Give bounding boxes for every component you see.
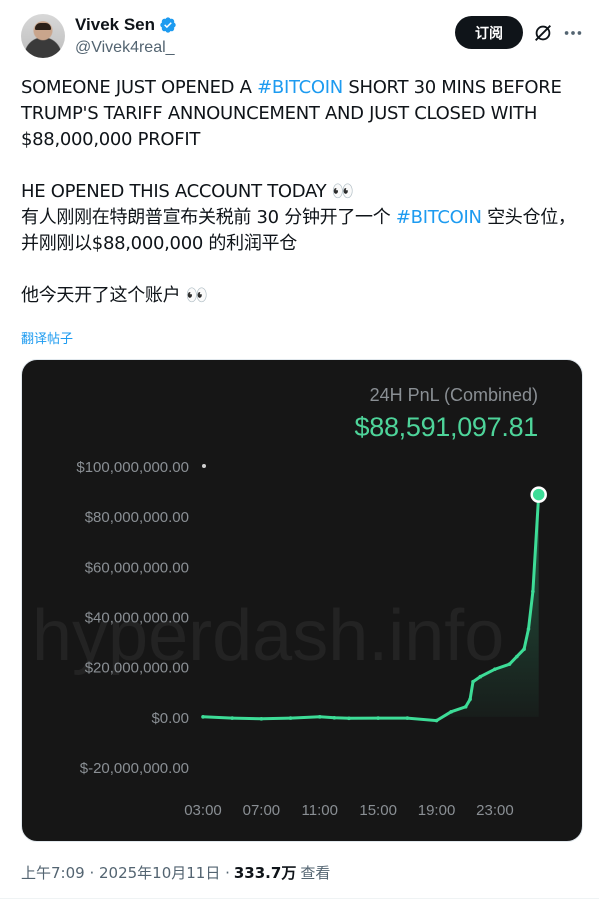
series-point — [468, 697, 472, 702]
translate-post-link[interactable]: 翻译帖子 — [21, 328, 73, 347]
tweet-meta: 上午7:09 · 2025年10月11日 · 333.7万 查看 — [21, 862, 330, 883]
x-tick-label: 19:00 — [418, 802, 456, 819]
y-axis-ticks: $100,000,000.00 $80,000,000.00 $60,000,000… — [76, 459, 189, 777]
avatar[interactable] — [21, 14, 65, 58]
series-end-point — [530, 486, 547, 503]
series-point — [347, 716, 351, 721]
tweet-zh-line2: 他今天开了这个账户 👀 — [21, 285, 208, 306]
tweet-en-paragraph: SOMEONE JUST OPENED A #BITCOIN SHORT 30 … — [21, 75, 586, 153]
view-count: 333.7万 — [233, 864, 297, 882]
x-tick-label: 11:00 — [302, 802, 338, 819]
series-point — [332, 716, 337, 720]
views-label: 查看 — [300, 864, 331, 882]
y-tick-label: $-20,000,000.00 — [80, 760, 189, 777]
y-tick-label: $100,000,000.00 — [76, 459, 189, 476]
hashtag-link[interactable]: #BITCOIN — [257, 77, 343, 98]
x-tick-label: 07:00 — [243, 802, 281, 819]
series-point — [515, 654, 519, 659]
series-point — [522, 647, 526, 651]
y-tick-label: $40,000,000.00 — [85, 610, 189, 627]
x-tick-label: 15:00 — [359, 802, 397, 819]
series-point — [463, 705, 468, 709]
grok-icon[interactable] — [532, 22, 554, 44]
x-tick-label: 03:00 — [184, 802, 222, 819]
pnl-headline-value: $88,591,097.81 — [354, 412, 539, 442]
series-point — [405, 716, 410, 720]
tweet-text-segment: 有人刚刚在特朗普宣布关税前 30 分钟开了一个 — [21, 207, 396, 228]
series-point — [531, 589, 535, 594]
tweet-text: SOMEONE JUST OPENED A #BITCOIN SHORT 30 … — [21, 75, 586, 309]
series-point — [449, 710, 453, 714]
timestamp[interactable]: 上午7:09 · 2025年10月11日 · — [21, 862, 230, 883]
series-point — [526, 627, 531, 631]
hashtag-link[interactable]: #BITCOIN — [396, 207, 482, 228]
chart-title: 24H PnL (Combined) — [369, 385, 538, 405]
series-point — [507, 662, 512, 666]
series-point — [434, 718, 439, 723]
tweet-en-line2: HE OPENED THIS ACCOUNT TODAY 👀 — [21, 181, 354, 202]
series-point — [317, 715, 322, 719]
series-point — [201, 715, 205, 719]
avatar-hair — [35, 23, 51, 30]
subscribe-button[interactable]: 订阅 — [455, 16, 523, 49]
series-point — [288, 716, 293, 720]
y-tick-label: $0.00 — [151, 710, 189, 727]
series-point — [376, 716, 380, 720]
x-axis-ticks: 03:00 07:00 11:00 15:00 19:00 23:00 — [184, 802, 513, 819]
y-tick-label: $60,000,000.00 — [85, 559, 189, 576]
y-tick-label: $80,000,000.00 — [85, 509, 189, 526]
top-axis-marker — [202, 464, 206, 468]
verified-badge-icon — [160, 17, 176, 33]
series-point — [493, 667, 497, 671]
more-icon[interactable] — [562, 22, 584, 44]
series-point — [259, 717, 264, 721]
series-point — [478, 674, 483, 679]
y-tick-label: $20,000,000.00 — [85, 660, 189, 677]
series-point — [230, 716, 234, 720]
tweet-text-segment: SOMEONE JUST OPENED A — [21, 77, 258, 98]
author-handle[interactable]: @Vivek4real_ — [75, 39, 175, 57]
tweet-zh-paragraph: 有人刚刚在特朗普宣布关税前 30 分钟开了一个 #BITCOIN 空头仓位，并刚… — [21, 205, 586, 257]
author-name-row: Vivek Sen — [75, 15, 177, 35]
media-chart-image[interactable]: hyperdash.info $100,000,000.00 $80,000,00… — [21, 359, 583, 842]
series-point — [471, 679, 475, 684]
x-tick-label: 23:00 — [476, 802, 514, 819]
display-name[interactable]: Vivek Sen — [75, 15, 155, 35]
